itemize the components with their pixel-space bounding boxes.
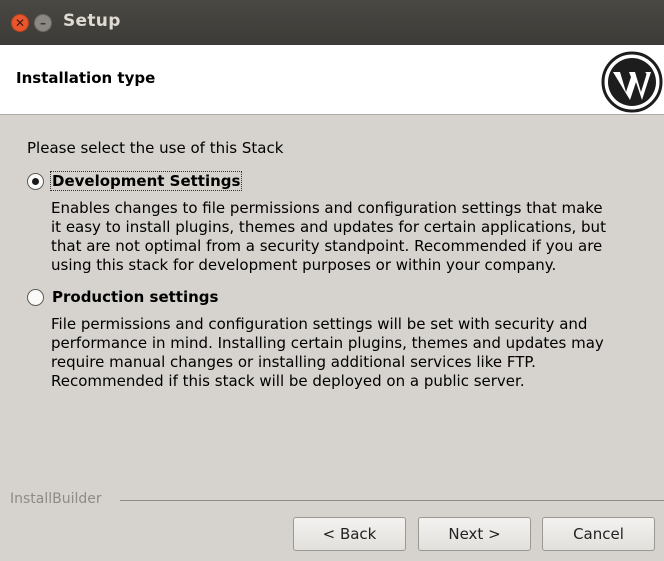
description-line: it easy to install plugins, themes and u…: [51, 218, 606, 236]
production-option-label[interactable]: Production settings: [51, 288, 219, 306]
description-line: File permissions and configuration setti…: [51, 315, 588, 333]
production-radio[interactable]: [27, 288, 44, 306]
close-button[interactable]: ✕: [11, 14, 29, 32]
production-description: File permissions and configuration setti…: [51, 315, 656, 391]
development-radio[interactable]: [27, 172, 44, 190]
footer-divider: [120, 500, 664, 501]
cancel-button[interactable]: Cancel: [542, 517, 655, 551]
development-option-label[interactable]: Development Settings: [49, 171, 243, 191]
close-icon: ✕: [14, 16, 26, 30]
development-option[interactable]: Development Settings: [27, 171, 243, 191]
development-description: Enables changes to file permissions and …: [51, 199, 656, 275]
description-line: Enables changes to file permissions and …: [51, 199, 603, 217]
description-line: that are not optimal from a security sta…: [51, 237, 603, 255]
wordpress-logo: [601, 51, 663, 113]
description-line: using this stack for development purpose…: [51, 256, 557, 274]
title-bar: ✕ – Setup: [0, 0, 664, 45]
next-button[interactable]: Next >: [418, 517, 531, 551]
production-option[interactable]: Production settings: [27, 288, 219, 306]
radio-selected-dot: [32, 177, 39, 185]
page-header: Installation type: [0, 45, 664, 115]
stack-use-prompt: Please select the use of this Stack: [27, 139, 284, 157]
description-line: Recommended if this stack will be deploy…: [51, 372, 525, 390]
minimize-button[interactable]: –: [34, 14, 52, 32]
page-title: Installation type: [16, 69, 156, 87]
installbuilder-label: InstallBuilder: [10, 491, 102, 507]
window-title: Setup: [63, 11, 121, 31]
back-button[interactable]: < Back: [293, 517, 406, 551]
main-panel: Please select the use of this Stack Deve…: [0, 116, 664, 556]
minimize-icon: –: [40, 16, 46, 30]
description-line: require manual changes or installing add…: [51, 353, 536, 371]
description-line: performance in mind. Installing certain …: [51, 334, 604, 352]
